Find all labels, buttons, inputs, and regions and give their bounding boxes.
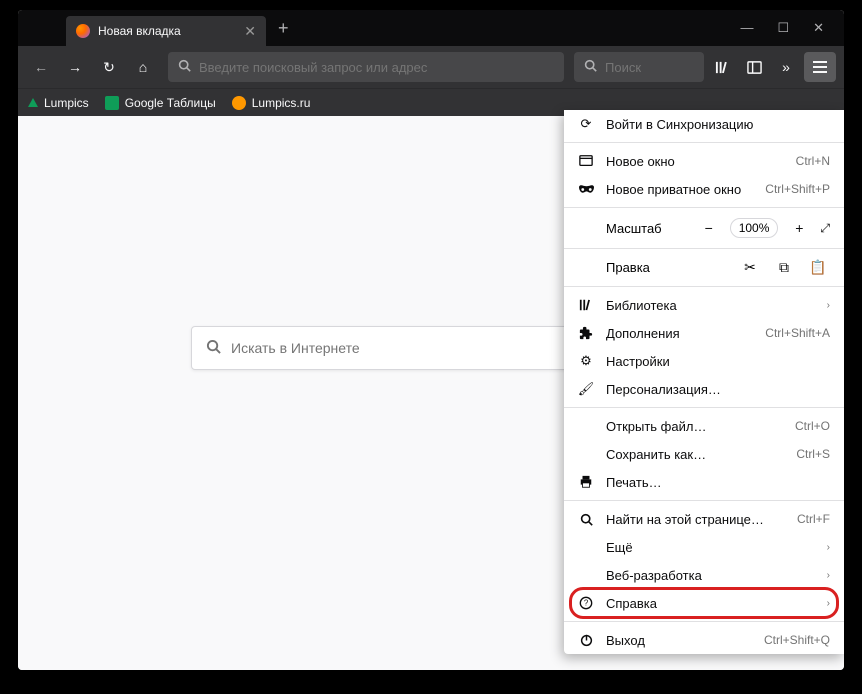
search-icon — [578, 511, 594, 527]
minimize-button[interactable]: — — [740, 20, 753, 36]
menu-developer[interactable]: Веб-разработка › — [564, 561, 844, 589]
menu-new-window[interactable]: Новое окно Ctrl+N — [564, 147, 844, 175]
printer-icon — [578, 474, 594, 490]
bookmark-lumpics[interactable]: Lumpics — [28, 96, 89, 110]
sheets-icon — [105, 96, 119, 110]
back-button: ← — [26, 52, 56, 82]
paste-button[interactable]: 📋 — [806, 259, 830, 276]
close-window-button[interactable]: ✕ — [813, 20, 824, 36]
menu-separator — [564, 248, 844, 249]
tab-title: Новая вкладка — [98, 24, 236, 38]
menu-separator — [564, 142, 844, 143]
bookmark-label: Lumpics — [44, 96, 89, 110]
chevron-right-icon: › — [827, 300, 830, 311]
power-icon — [578, 632, 594, 648]
chevron-right-icon: › — [827, 570, 830, 581]
menu-separator — [564, 407, 844, 408]
menu-more[interactable]: Ещё › — [564, 533, 844, 561]
menu-help[interactable]: ? Справка › — [564, 589, 844, 617]
bookmark-label: Google Таблицы — [125, 96, 216, 110]
cut-button[interactable]: ✂ — [738, 259, 762, 276]
bookmark-lumpicsru[interactable]: Lumpics.ru — [232, 96, 311, 110]
menu-separator — [564, 207, 844, 208]
close-tab-icon[interactable]: ✕ — [244, 23, 256, 40]
mask-icon — [578, 181, 594, 197]
url-bar[interactable] — [168, 52, 564, 82]
puzzle-icon — [578, 325, 594, 341]
sync-icon: ⟳ — [578, 116, 594, 132]
menu-settings[interactable]: ⚙ Настройки — [564, 347, 844, 375]
firefox-icon — [76, 24, 90, 38]
titlebar: Новая вкладка ✕ + — ☐ ✕ — [18, 10, 844, 46]
search-box[interactable] — [574, 52, 704, 82]
menu-addons[interactable]: Дополнения Ctrl+Shift+A — [564, 319, 844, 347]
menu-save-as[interactable]: Сохранить как… Ctrl+S — [564, 440, 844, 468]
search-icon — [206, 339, 221, 357]
zoom-label: Масштаб — [578, 221, 688, 236]
gear-icon: ⚙ — [578, 353, 594, 369]
menu-zoom: Масштаб − 100% + ⤢ — [564, 212, 844, 244]
library-icon[interactable] — [708, 53, 736, 81]
menu-edit: Правка ✂ ⧉ 📋 — [564, 253, 844, 282]
active-tab[interactable]: Новая вкладка ✕ — [66, 16, 266, 46]
fullscreen-button[interactable]: ⤢ — [820, 221, 830, 236]
menu-separator — [564, 621, 844, 622]
menu-sync[interactable]: ⟳ Войти в Синхронизацию — [564, 110, 844, 138]
copy-button[interactable]: ⧉ — [772, 259, 796, 276]
bookmark-sheets[interactable]: Google Таблицы — [105, 96, 216, 110]
chevron-right-icon: › — [827, 542, 830, 553]
forward-button[interactable]: → — [60, 52, 90, 82]
menu-open-file[interactable]: Открыть файл… Ctrl+O — [564, 412, 844, 440]
library-icon — [578, 297, 594, 313]
help-icon: ? — [578, 595, 594, 611]
toolbar: ← → ↻ ⌂ » — [18, 46, 844, 88]
menu-customize[interactable]: 🖌 Персонализация… — [564, 375, 844, 403]
search-icon — [178, 59, 191, 75]
browser-window: Новая вкладка ✕ + — ☐ ✕ ← → ↻ ⌂ — [18, 10, 844, 670]
menu-library[interactable]: Библиотека › — [564, 291, 844, 319]
maximize-button[interactable]: ☐ — [777, 20, 789, 36]
app-menu-panel: ⟳ Войти в Синхронизацию Новое окно Ctrl+… — [564, 110, 844, 654]
chevron-right-icon: › — [827, 598, 830, 609]
reload-button[interactable]: ↻ — [94, 52, 124, 82]
url-input[interactable] — [199, 60, 554, 75]
svg-text:?: ? — [584, 599, 589, 608]
edit-label: Правка — [578, 260, 728, 275]
menu-quit[interactable]: Выход Ctrl+Shift+Q — [564, 626, 844, 654]
menu-separator — [564, 286, 844, 287]
site-icon — [232, 96, 246, 110]
sidebar-icon[interactable] — [740, 53, 768, 81]
zoom-out-button[interactable]: − — [698, 220, 720, 236]
menu-find[interactable]: Найти на этой странице… Ctrl+F — [564, 505, 844, 533]
window-icon — [578, 153, 594, 169]
window-controls: — ☐ ✕ — [740, 20, 844, 36]
new-tab-button[interactable]: + — [278, 18, 289, 39]
bookmark-label: Lumpics.ru — [252, 96, 311, 110]
more-icon[interactable]: » — [772, 53, 800, 81]
zoom-value[interactable]: 100% — [730, 218, 779, 238]
search-icon — [584, 59, 597, 75]
search-input[interactable] — [605, 60, 694, 75]
zoom-in-button[interactable]: + — [788, 220, 810, 236]
menu-print[interactable]: Печать… — [564, 468, 844, 496]
menu-button[interactable] — [804, 52, 836, 82]
home-button[interactable]: ⌂ — [128, 52, 158, 82]
menu-new-private[interactable]: Новое приватное окно Ctrl+Shift+P — [564, 175, 844, 203]
drive-icon — [28, 98, 38, 107]
menu-separator — [564, 500, 844, 501]
brush-icon: 🖌 — [578, 381, 594, 397]
